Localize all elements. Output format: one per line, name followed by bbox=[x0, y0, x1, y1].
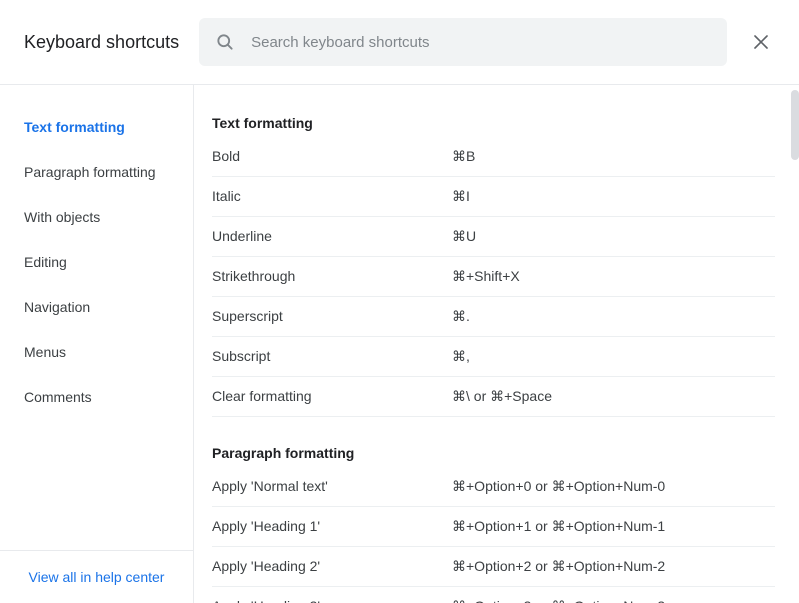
shortcut-keys: ⌘B bbox=[452, 148, 775, 165]
sidebar-item-editing[interactable]: Editing bbox=[24, 240, 193, 285]
shortcut-row: Strikethrough ⌘+Shift+X bbox=[212, 257, 775, 297]
sidebar-item-comments[interactable]: Comments bbox=[24, 375, 193, 420]
shortcut-keys: ⌘. bbox=[452, 308, 775, 325]
shortcut-row: Italic ⌘I bbox=[212, 177, 775, 217]
help-center-link[interactable]: View all in help center bbox=[29, 569, 165, 585]
shortcut-keys: ⌘+Option+3 or ⌘+Option+Num-3 bbox=[452, 598, 775, 603]
sidebar-footer: View all in help center bbox=[0, 550, 193, 603]
shortcut-keys: ⌘+Shift+X bbox=[452, 268, 775, 285]
shortcut-label: Underline bbox=[212, 228, 452, 245]
shortcut-row: Apply 'Heading 3' ⌘+Option+3 or ⌘+Option… bbox=[212, 587, 775, 603]
shortcut-label: Apply 'Normal text' bbox=[212, 478, 452, 495]
sidebar-item-paragraph-formatting[interactable]: Paragraph formatting bbox=[24, 150, 193, 195]
sidebar-item-navigation[interactable]: Navigation bbox=[24, 285, 193, 330]
shortcut-row: Underline ⌘U bbox=[212, 217, 775, 257]
scrollbar-thumb[interactable] bbox=[791, 90, 799, 160]
shortcut-row: Clear formatting ⌘\ or ⌘+Space bbox=[212, 377, 775, 417]
shortcut-row: Superscript ⌘. bbox=[212, 297, 775, 337]
shortcut-label: Clear formatting bbox=[212, 388, 452, 405]
search-input[interactable] bbox=[251, 34, 711, 51]
shortcut-row: Apply 'Heading 1' ⌘+Option+1 or ⌘+Option… bbox=[212, 507, 775, 547]
page-title: Keyboard shortcuts bbox=[24, 32, 179, 53]
sidebar-list: Text formatting Paragraph formatting Wit… bbox=[0, 85, 193, 420]
close-button[interactable] bbox=[747, 28, 775, 56]
shortcut-label: Superscript bbox=[212, 308, 452, 325]
shortcut-keys: ⌘\ or ⌘+Space bbox=[452, 388, 775, 405]
sidebar-item-text-formatting[interactable]: Text formatting bbox=[24, 105, 193, 150]
sidebar-item-with-objects[interactable]: With objects bbox=[24, 195, 193, 240]
shortcut-label: Subscript bbox=[212, 348, 452, 365]
shortcut-label: Apply 'Heading 1' bbox=[212, 518, 452, 535]
section-text-formatting: Text formatting Bold ⌘B Italic ⌘I Underl… bbox=[212, 115, 775, 417]
shortcut-row: Apply 'Normal text' ⌘+Option+0 or ⌘+Opti… bbox=[212, 467, 775, 507]
sidebar-item-menus[interactable]: Menus bbox=[24, 330, 193, 375]
shortcut-row: Subscript ⌘, bbox=[212, 337, 775, 377]
content-pane[interactable]: Text formatting Bold ⌘B Italic ⌘I Underl… bbox=[194, 85, 799, 603]
section-title: Paragraph formatting bbox=[212, 445, 775, 461]
shortcut-row: Bold ⌘B bbox=[212, 137, 775, 177]
shortcut-label: Strikethrough bbox=[212, 268, 452, 285]
shortcut-keys: ⌘+Option+0 or ⌘+Option+Num-0 bbox=[452, 478, 775, 495]
search-field[interactable] bbox=[199, 18, 727, 66]
shortcut-label: Bold bbox=[212, 148, 452, 165]
shortcut-row: Apply 'Heading 2' ⌘+Option+2 or ⌘+Option… bbox=[212, 547, 775, 587]
header: Keyboard shortcuts bbox=[0, 0, 799, 84]
shortcut-keys: ⌘, bbox=[452, 348, 775, 365]
shortcut-keys: ⌘+Option+2 or ⌘+Option+Num-2 bbox=[452, 558, 775, 575]
sidebar: Text formatting Paragraph formatting Wit… bbox=[0, 85, 194, 603]
shortcut-keys: ⌘+Option+1 or ⌘+Option+Num-1 bbox=[452, 518, 775, 535]
shortcut-label: Italic bbox=[212, 188, 452, 205]
search-icon bbox=[215, 32, 235, 52]
shortcut-label: Apply 'Heading 2' bbox=[212, 558, 452, 575]
section-paragraph-formatting: Paragraph formatting Apply 'Normal text'… bbox=[212, 445, 775, 603]
shortcut-keys: ⌘U bbox=[452, 228, 775, 245]
section-title: Text formatting bbox=[212, 115, 775, 131]
shortcut-keys: ⌘I bbox=[452, 188, 775, 205]
shortcut-label: Apply 'Heading 3' bbox=[212, 598, 452, 603]
